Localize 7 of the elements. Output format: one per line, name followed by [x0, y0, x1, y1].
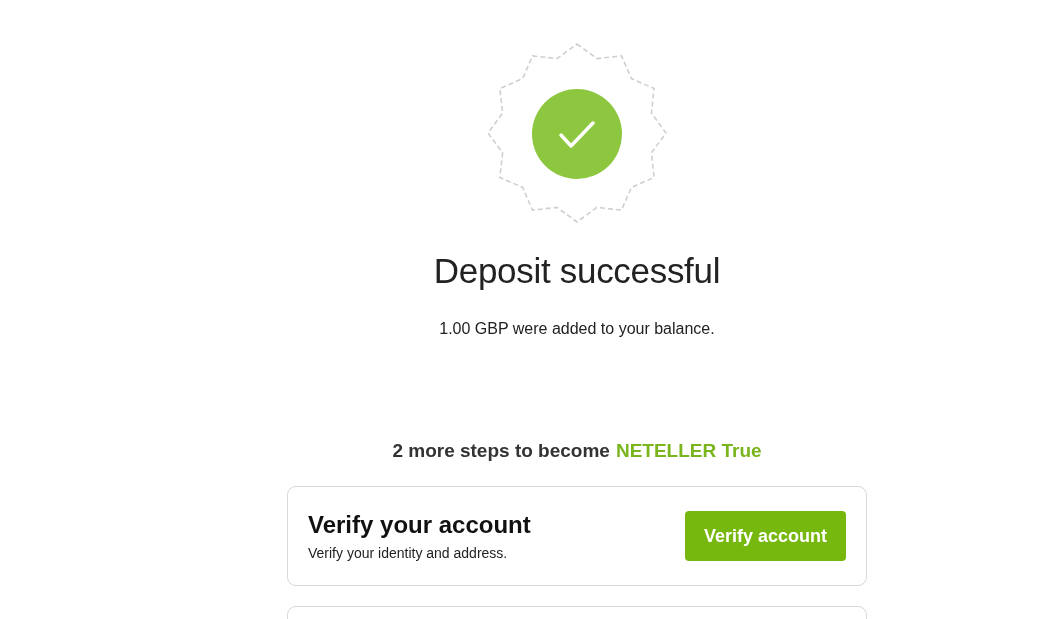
- check-badge-icon: [487, 43, 667, 223]
- card-description: Verify your identity and address.: [308, 543, 509, 562]
- verify-button[interactable]: Verify account: [685, 511, 846, 561]
- card-title: Verify your account: [308, 510, 531, 539]
- balance-message: 1.00 GBP were added to your balance.: [439, 319, 715, 339]
- page-title: Deposit successful: [433, 251, 721, 291]
- steps-heading: 2 more steps to become NETELLER True: [392, 439, 762, 463]
